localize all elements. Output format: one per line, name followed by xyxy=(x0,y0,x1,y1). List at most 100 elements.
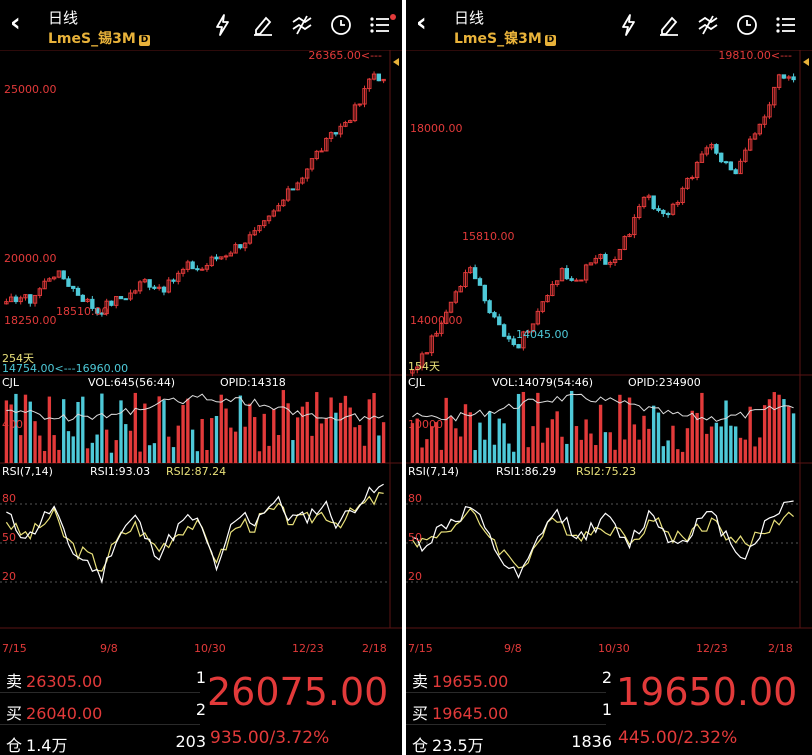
symbol-text: LmeS_锡3M xyxy=(48,31,136,47)
volume-bar xyxy=(502,423,506,463)
open-interest-row: 仓 1.4万 203 xyxy=(6,732,206,755)
rsi2-value: RSI2:75.23 xyxy=(576,465,636,478)
kline-chart[interactable]: 26365.00<--- 25000.00 20000.00 18250.001851… xyxy=(0,50,402,662)
indicator-lines-icon[interactable] xyxy=(289,12,315,38)
last-price-pointer xyxy=(803,58,809,66)
candle-body xyxy=(733,169,738,175)
volume-bar xyxy=(569,390,574,463)
buy-row[interactable]: 买 19645.00 1 xyxy=(412,700,612,724)
candle-body xyxy=(574,279,579,282)
volume-bar xyxy=(119,400,123,463)
volume-bar xyxy=(729,425,733,463)
buy-price: 19645.00 xyxy=(432,704,509,723)
draw-pen-icon[interactable] xyxy=(656,12,682,38)
volume-bar xyxy=(526,447,530,463)
date-tick-label: 9/8 xyxy=(504,642,522,655)
vol-value: VOL:645(56:44) xyxy=(88,376,175,389)
volume-bar xyxy=(90,442,95,463)
volume-bar xyxy=(540,442,545,463)
volume-bar xyxy=(772,392,776,463)
volume-bar xyxy=(66,431,71,463)
candle-body xyxy=(123,298,128,301)
lightning-icon[interactable] xyxy=(616,12,642,38)
volume-bar xyxy=(76,401,80,463)
rsi-axis-label: 20 xyxy=(2,570,16,583)
volume-bar xyxy=(329,397,333,463)
volume-bar xyxy=(372,393,376,463)
volume-bar xyxy=(367,399,371,463)
kline-chart[interactable]: 19810.00<--- 18000.00 15810.00 14000.00 1404… xyxy=(406,50,812,662)
sell-row[interactable]: 卖 26305.00 1 xyxy=(6,668,206,692)
opi-value: OPID:14318 xyxy=(220,376,286,389)
volume-bar xyxy=(719,426,723,463)
volume-bar xyxy=(531,426,535,463)
volume-bar xyxy=(791,413,796,463)
volume-bar xyxy=(52,435,56,463)
candle-body xyxy=(13,296,19,303)
volume-bar xyxy=(205,450,209,463)
candle-body xyxy=(214,256,219,260)
last-price-pointer xyxy=(393,58,399,66)
clock-icon[interactable] xyxy=(328,12,354,38)
volume-bar xyxy=(516,393,521,463)
volume-bar xyxy=(276,435,281,463)
indicator-lines-icon[interactable] xyxy=(695,12,721,38)
volume-bar xyxy=(512,451,516,463)
days-count-label: 254天 xyxy=(2,352,34,365)
volume-bar xyxy=(81,396,85,463)
draw-pen-icon[interactable] xyxy=(250,12,276,38)
volume-bar xyxy=(262,413,266,463)
volume-bar xyxy=(219,394,223,463)
date-tick-label: 12/23 xyxy=(292,642,324,655)
symbol-label[interactable]: LmeS_镍3M D xyxy=(454,28,557,48)
volume-bar xyxy=(253,417,257,463)
candle-body xyxy=(477,278,483,286)
tin-chart-panel: ‹ 日线 LmeS_锡3M D 26365.00<--- 25000.00 20000… xyxy=(0,0,402,755)
local-extreme-label: 18510.00 xyxy=(56,305,109,318)
volume-bar xyxy=(377,435,381,463)
volume-bar xyxy=(647,428,651,463)
candle-body xyxy=(714,144,719,154)
oi-label: 仓 xyxy=(6,736,23,755)
last-price: 19650.00 xyxy=(616,670,798,714)
symbol-label[interactable]: LmeS_锡3M D xyxy=(48,28,151,48)
sell-qty: 2 xyxy=(601,668,612,687)
vol-axis-label: 10000 xyxy=(408,418,443,431)
volume-bar xyxy=(267,445,271,463)
menu-list-icon[interactable] xyxy=(773,12,799,38)
volume-bar xyxy=(114,440,118,463)
volume-bar xyxy=(381,422,386,463)
volume-bar xyxy=(758,437,762,463)
volume-bar xyxy=(286,403,290,463)
back-icon[interactable]: ‹ xyxy=(416,10,438,36)
clock-icon[interactable] xyxy=(734,12,760,38)
volume-bar xyxy=(343,395,348,463)
rsi1-value: RSI1:93.03 xyxy=(90,465,150,478)
volume-bar xyxy=(497,418,501,463)
volume-bar xyxy=(176,425,180,463)
sell-row[interactable]: 卖 19655.00 2 xyxy=(412,668,612,692)
volume-bar xyxy=(473,450,477,463)
sell-label: 卖 xyxy=(6,672,23,691)
candle-body xyxy=(333,132,339,135)
volume-bar xyxy=(584,419,588,463)
date-tick-label: 2/18 xyxy=(768,642,793,655)
candle-body xyxy=(319,150,324,153)
rsi-axis-label: 20 xyxy=(408,570,422,583)
buy-row[interactable]: 买 26040.00 2 xyxy=(6,700,206,724)
back-icon[interactable]: ‹ xyxy=(10,10,32,36)
lightning-icon[interactable] xyxy=(210,12,236,38)
vol-indicator-label: CJL xyxy=(408,376,426,389)
volume-bar xyxy=(690,410,694,463)
period-label[interactable]: 日线 xyxy=(48,7,78,28)
candle-body xyxy=(723,161,729,164)
volume-bar xyxy=(603,432,608,463)
candle-body xyxy=(66,278,71,287)
volume-bar xyxy=(167,436,171,463)
volume-bar xyxy=(589,433,593,463)
volume-bar xyxy=(305,401,309,463)
period-label[interactable]: 日线 xyxy=(454,7,484,28)
volume-bar xyxy=(100,393,104,463)
volume-bar xyxy=(171,447,176,463)
volume-bar xyxy=(753,446,757,463)
